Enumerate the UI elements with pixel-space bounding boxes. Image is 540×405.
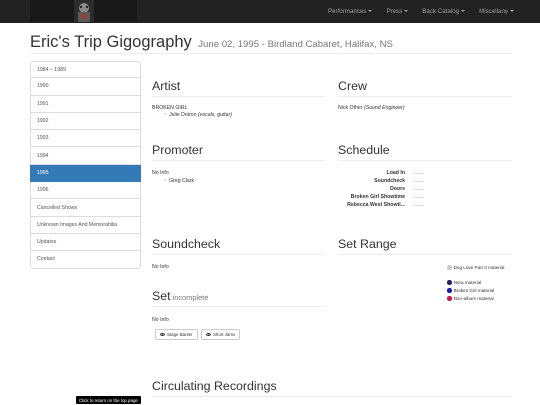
stage-banter-button[interactable]: Stage Banter [155,329,198,340]
sidebar-item-unknown-images[interactable]: Unknown Images And Memorabilia [30,216,141,234]
sidebar-item-1991[interactable]: 1991 [30,95,141,113]
recordings-divider [152,396,512,397]
legend-nora: Nora material [447,280,481,285]
schedule-row-load-in: Load In...:.... [386,170,425,176]
artist-name: BROKEN GIRL [152,105,188,111]
legend-broken-girl: Broken Girl material [447,288,494,293]
eye-icon [206,333,211,336]
schedule-row-rebecca-west: Rebecca West Showti......:.... [347,202,425,208]
artist-member: Julie Doiron (vocals, guitar) [164,112,232,118]
nav-menu: Performances Press Back Catalog Miscella… [314,0,514,23]
sidebar-item-cancelled-shows[interactable]: Cancelled Shows [30,199,141,217]
sidebar-item-contact[interactable]: Contact [30,251,141,269]
page-title: Eric's Trip Gigography June 02, 1995 - B… [30,33,393,52]
legend-dot [447,265,452,270]
caret-down-icon [368,10,373,13]
sidebar-item-1992[interactable]: 1992 [30,112,141,131]
schedule-divider [338,160,512,161]
sidebar-item-1996[interactable]: 1996 [30,182,141,200]
sidebar-item-1984-1989[interactable]: 1984 – 1989 [30,61,141,79]
artist-divider [152,96,324,97]
crew-divider [338,96,512,97]
recordings-heading: Circulating Recordings [152,379,277,393]
nav-performances[interactable]: Performances [328,8,373,15]
short-jams-button[interactable]: Short Jams [201,329,241,340]
legend-dot [447,288,452,293]
nav-back-catalog[interactable]: Back Catalog [422,8,466,15]
legend-dot [447,296,452,301]
sidebar-item-1994[interactable]: 1994 [30,147,141,165]
schedule-heading: Schedule [338,143,390,157]
schedule-row-doors: Doors...:.... [390,186,425,192]
caret-down-icon [404,10,409,13]
crew-entry: Nick Other (Sound Engineer) [338,105,405,111]
title-divider [30,53,512,54]
promoter-divider [152,160,324,161]
promoter-person: Greg Clark [164,178,194,184]
set-divider [152,306,324,307]
promoter-info: No Info [152,170,169,176]
nav-press[interactable]: Press [386,8,409,15]
artist-heading: Artist [152,79,181,93]
back-to-top-tooltip[interactable]: Click to return on the top page [76,396,141,404]
set-heading: Set incomplete [152,289,209,303]
legend-dog-love: Dog Love Part II material [447,265,507,271]
schedule-row-soundcheck: Soundcheck...:.... [374,178,425,184]
legend-dot [447,280,452,285]
sidebar-item-1990[interactable]: 1990 [30,78,141,96]
sidebar-item-updates[interactable]: Updates [30,233,141,252]
set-range-divider [338,254,512,255]
set-range-heading: Set Range [338,237,397,251]
promoter-heading: Promoter [152,143,203,157]
sidebar-item-1993[interactable]: 1993 [30,130,141,148]
soundcheck-heading: Soundcheck [152,237,221,251]
soundcheck-info: No Info [152,264,169,270]
crew-heading: Crew [338,79,367,93]
year-sidebar: 1984 – 1989 1990 1991 1992 1993 1994 199… [30,61,141,269]
page-subtitle: June 02, 1995 - Birdland Cabaret, Halifa… [198,39,393,50]
sidebar-item-1995[interactable]: 1995 [30,164,141,183]
top-navbar: Performances Press Back Catalog Miscella… [0,0,540,23]
soundcheck-divider [152,254,324,255]
page-title-main: Eric's Trip Gigography [30,33,192,51]
set-info: No Info [152,317,169,323]
set-status: incomplete [172,293,209,302]
legend-non-album: Non-album material [447,296,494,301]
caret-down-icon [461,10,466,13]
eye-icon [160,333,165,336]
schedule-row-showtime: Broken Girl Showtime...:.... [350,194,425,200]
site-logo[interactable] [30,0,137,22]
caret-down-icon [510,10,514,13]
nav-miscellany[interactable]: Miscellany [479,8,514,15]
